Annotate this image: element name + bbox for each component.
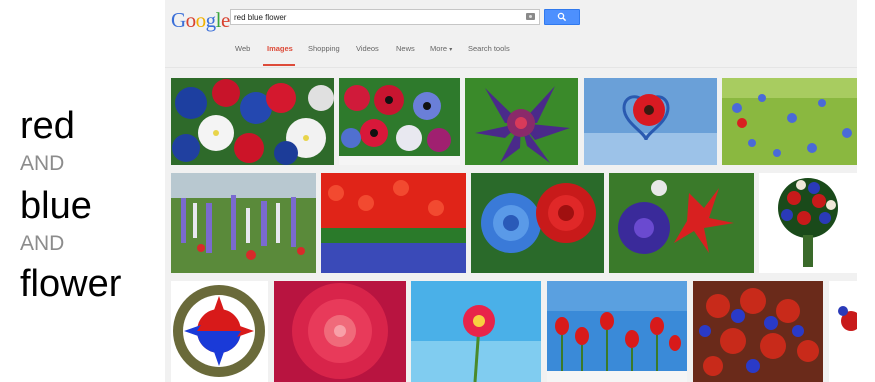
caption-and-1: AND [20, 152, 65, 175]
caption-word-red: red [20, 105, 75, 147]
result-image [321, 173, 466, 273]
chevron-down-icon: ▾ [449, 47, 453, 53]
logo-letter: o [195, 8, 207, 32]
image-result-rose-bouquet[interactable] [693, 281, 823, 382]
tab-more-label: More [430, 44, 448, 53]
result-image [693, 281, 823, 382]
logo-letter: o [185, 8, 197, 32]
search-icon [557, 12, 567, 22]
image-result-partial[interactable] [829, 281, 857, 382]
image-result-morning-glory[interactable] [609, 173, 754, 273]
google-header: Google Web Images Shopping Videos News M… [165, 0, 857, 68]
result-image [171, 78, 334, 165]
search-box[interactable] [230, 9, 540, 25]
image-result-petunias[interactable] [171, 78, 334, 165]
logo-letter: g [205, 8, 217, 32]
result-image [547, 281, 687, 382]
search-input[interactable] [234, 10, 524, 24]
image-result-blue-and-red-roses[interactable] [471, 173, 604, 273]
camera-icon[interactable] [526, 13, 535, 20]
tab-more[interactable]: More ▾ [430, 44, 452, 55]
result-image [829, 281, 857, 382]
result-image [411, 281, 541, 382]
image-result-tulip-field[interactable] [321, 173, 466, 273]
image-result-bouquet[interactable] [759, 173, 857, 273]
result-image [722, 78, 857, 165]
image-result-cornflower-field[interactable] [722, 78, 857, 165]
image-result-bromeliad[interactable] [465, 78, 578, 165]
result-image [471, 173, 604, 273]
caption-word-blue: blue [20, 185, 92, 227]
tab-videos[interactable]: Videos [356, 44, 379, 54]
result-image [171, 281, 268, 382]
logo-letter: G [171, 8, 186, 32]
result-image [609, 173, 754, 273]
search-tabs: Web Images Shopping Videos News More ▾ S… [165, 40, 857, 67]
image-result-gerbera-sky[interactable] [411, 281, 541, 382]
image-result-tulips-sky[interactable] [547, 281, 687, 382]
tab-web[interactable]: Web [235, 44, 250, 54]
caption-word-flower: flower [20, 263, 122, 305]
image-result-infantry-patch[interactable] [171, 281, 268, 382]
result-image [171, 173, 316, 273]
image-result-gerbera-heart[interactable] [584, 78, 717, 165]
logo-letter: e [221, 8, 230, 32]
search-button[interactable] [544, 9, 580, 25]
result-image [465, 78, 578, 165]
image-results-grid [165, 68, 857, 382]
result-image [339, 78, 460, 165]
caption-and-2: AND [20, 232, 65, 255]
image-result-larkspur-field[interactable] [171, 173, 316, 273]
image-result-anemones[interactable] [339, 78, 460, 165]
tab-search-tools[interactable]: Search tools [468, 44, 510, 54]
tab-news[interactable]: News [396, 44, 415, 54]
google-logo[interactable]: Google [171, 8, 230, 33]
tab-shopping[interactable]: Shopping [308, 44, 340, 54]
result-image [584, 78, 717, 165]
result-image [759, 173, 857, 273]
active-tab-indicator [263, 64, 295, 66]
caption-panel: red AND blue AND flower [0, 0, 160, 382]
result-image [274, 281, 406, 382]
tab-images[interactable]: Images [267, 44, 293, 54]
image-result-dahlia[interactable] [274, 281, 406, 382]
